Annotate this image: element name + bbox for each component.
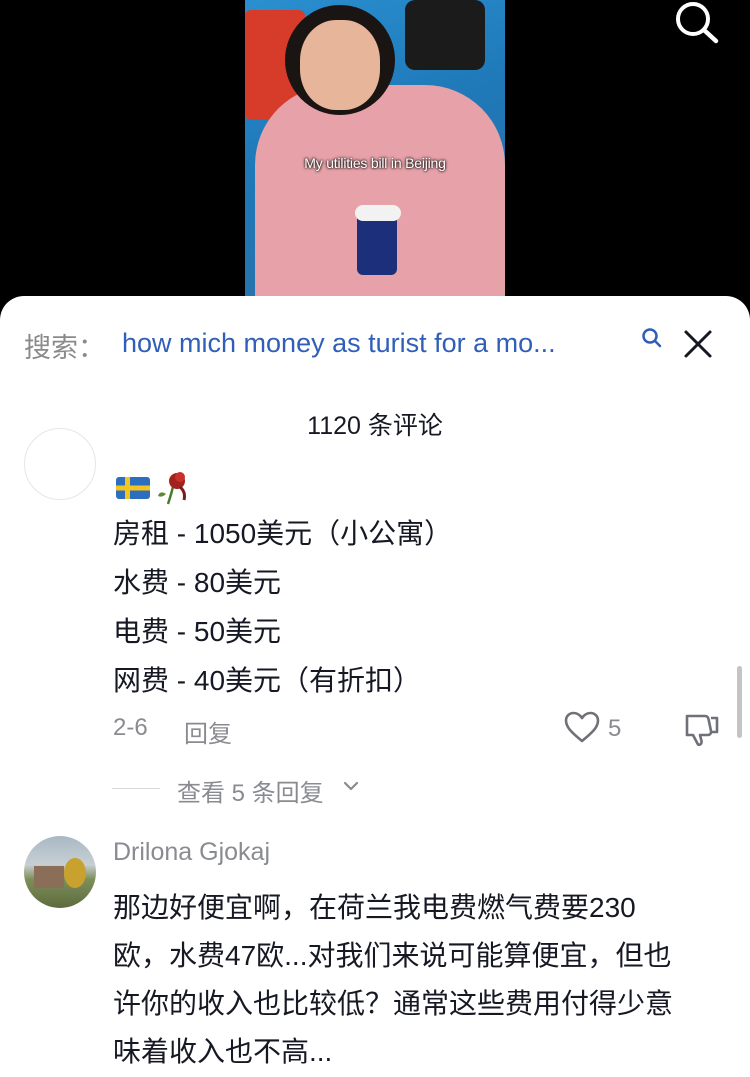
comment-text-line: 那边好便宜啊，在荷兰我电费燃气费要230 [113, 892, 636, 923]
video-scene-cat-pillow [405, 0, 485, 70]
comments-sheet: 搜索： how mich money as turist for a mo...… [0, 296, 750, 1077]
heart-icon[interactable] [563, 710, 601, 744]
comment-text-line: 电费 - 50美元 [113, 616, 282, 647]
comment-text-line: 房租 - 1050美元（小公寓） [113, 518, 453, 549]
reply-button[interactable]: 回复 [184, 714, 232, 749]
like-count: 5 [608, 715, 622, 742]
comment-date: 2-6 [113, 714, 148, 741]
emoji-flag-sweden-rose [116, 472, 186, 505]
comment-text-line: 味着收入也不高... [113, 1036, 333, 1067]
search-prefix: 搜索： [24, 333, 105, 363]
search-icon[interactable] [640, 326, 664, 350]
view-replies-button[interactable]: 查看 5 条回复 [177, 773, 324, 808]
close-icon[interactable] [680, 326, 716, 362]
divider [112, 788, 160, 789]
video-scene-cup-lid [355, 205, 401, 221]
thumbs-down-icon[interactable] [683, 710, 721, 748]
search-suggestion-link[interactable]: how mich money as turist for a mo... [122, 328, 632, 359]
comment-text-line: 许你的收入也比较低？通常这些费用付得少意 [113, 988, 674, 1019]
comment-count: 1120 条评论 [307, 412, 443, 440]
chevron-down-icon[interactable] [342, 779, 360, 793]
comment-text-line: 网费 - 40美元（有折扣） [113, 665, 422, 696]
avatar[interactable] [24, 428, 96, 500]
video-player[interactable]: My utilities bill in Beijing [245, 0, 505, 300]
search-icon[interactable] [672, 0, 720, 44]
avatar-scene-house [34, 866, 64, 888]
avatar-scene-tree [64, 858, 86, 888]
video-scene-face [300, 20, 380, 110]
comment-text-line: 水费 - 80美元 [113, 567, 282, 598]
avatar[interactable] [24, 836, 96, 908]
comment-text-line: 欧，水费47欧...对我们来说可能算便宜，但也 [113, 940, 672, 971]
video-caption: My utilities bill in Beijing [304, 155, 446, 171]
scrollbar[interactable] [737, 666, 742, 738]
comment-username[interactable]: Drilona Gjokaj [113, 838, 270, 867]
